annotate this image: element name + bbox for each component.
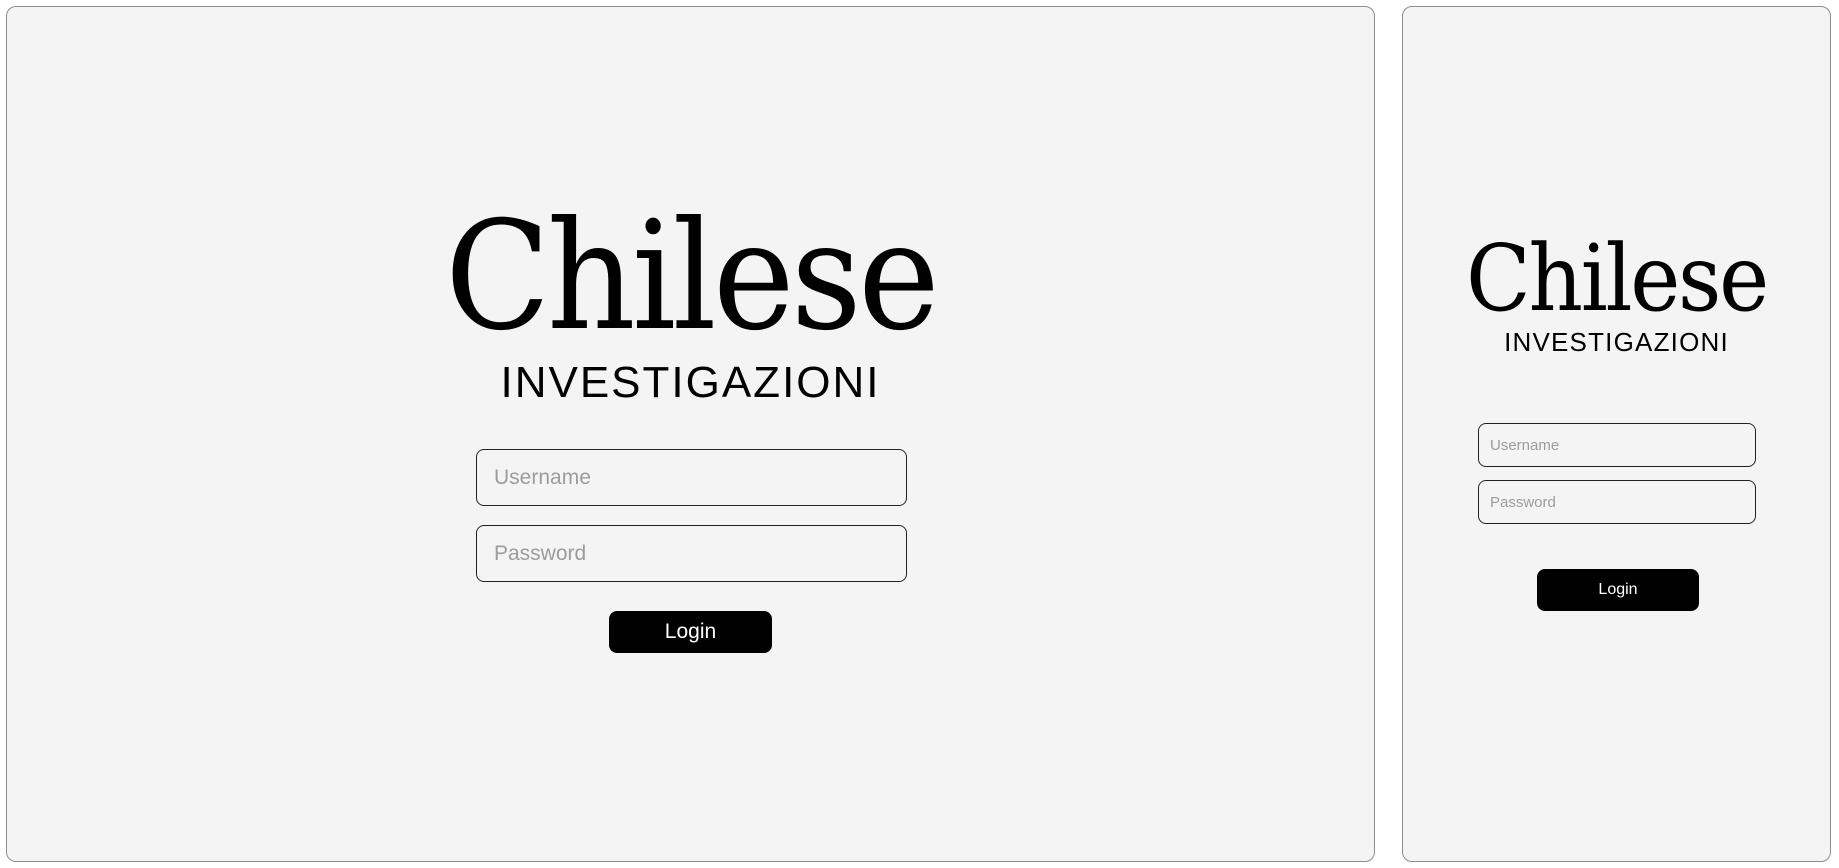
mobile-login-screen: Chilese INVESTIGAZIONI Login [1402,6,1831,862]
username-input[interactable] [476,449,907,506]
password-input[interactable] [476,525,907,582]
brand-logo: Chilese [7,202,1374,352]
desktop-login-screen: Chilese INVESTIGAZIONI Login [6,6,1375,862]
brand-logo: Chilese [1403,233,1830,325]
password-input[interactable] [1478,480,1756,524]
brand-subtitle-wrap: INVESTIGAZIONI [7,361,1374,405]
brand-subtitle: INVESTIGAZIONI [500,358,881,407]
login-button[interactable]: Login [609,611,772,653]
brand-subtitle-wrap: INVESTIGAZIONI [1403,329,1830,355]
brand-subtitle: INVESTIGAZIONI [1504,327,1729,357]
username-input[interactable] [1478,423,1756,467]
brand-title: Chilese [444,190,940,364]
login-button[interactable]: Login [1537,569,1699,611]
brand-title: Chilese [1466,225,1769,332]
